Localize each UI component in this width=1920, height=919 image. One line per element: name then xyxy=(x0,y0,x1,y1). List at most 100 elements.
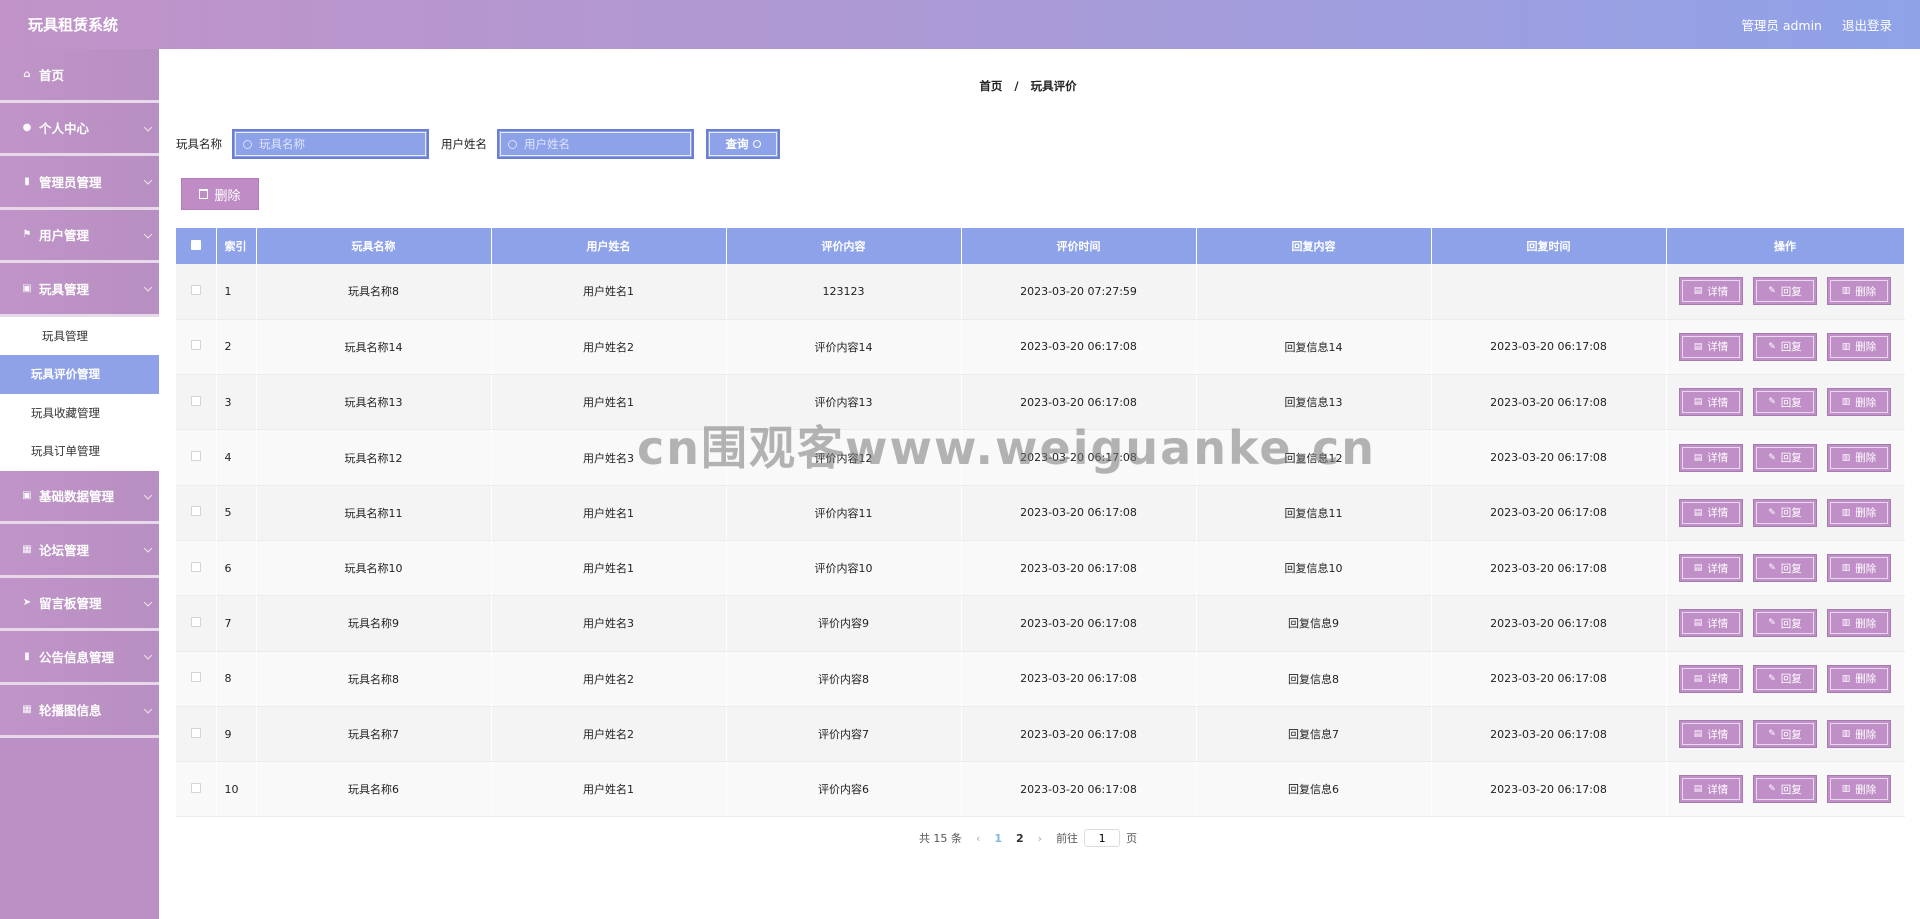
detail-button[interactable]: ▤ 详情 xyxy=(1679,332,1743,361)
delete-button[interactable]: ▥ 删除 xyxy=(1827,720,1891,749)
reply-button[interactable]: ✎ 回复 xyxy=(1753,554,1817,583)
admin-user-label[interactable]: 管理员 admin xyxy=(1741,15,1822,34)
submenu-item[interactable]: 玩具管理 xyxy=(0,317,159,356)
delete-button[interactable]: ▥ 删除 xyxy=(1827,775,1891,804)
sidebar-item[interactable]: ● 个人中心 xyxy=(0,102,159,156)
prev-page-icon[interactable]: ‹ xyxy=(976,832,980,845)
batch-delete-button[interactable]: 删除 xyxy=(181,178,259,210)
row-checkbox[interactable] xyxy=(190,616,201,627)
sidebar-item-label: 公告信息管理 xyxy=(39,649,115,665)
row-checkbox[interactable] xyxy=(190,727,201,738)
delete-button-label: 删除 xyxy=(1855,728,1877,741)
detail-button-label: 详情 xyxy=(1707,617,1729,630)
reply-button-label: 回复 xyxy=(1780,673,1802,686)
row-checkbox[interactable] xyxy=(190,451,201,462)
cell-reply-content: 回复信息6 xyxy=(1196,761,1432,818)
delete-button-label: 删除 xyxy=(1855,673,1877,686)
cell-index: 7 xyxy=(216,595,257,652)
cell-index: 9 xyxy=(216,706,257,763)
row-select-cell xyxy=(176,485,217,541)
reply-button[interactable]: ✎ 回复 xyxy=(1753,277,1817,306)
logout-link[interactable]: 退出登录 xyxy=(1842,15,1892,34)
delete-button[interactable]: ▥ 删除 xyxy=(1827,277,1891,306)
sidebar-item[interactable]: ▦ 论坛管理 xyxy=(0,524,159,578)
row-checkbox[interactable] xyxy=(190,284,201,295)
row-checkbox[interactable] xyxy=(190,782,201,793)
sidebar-item[interactable]: ▣ 玩具管理 xyxy=(0,263,159,317)
detail-button[interactable]: ▤ 详情 xyxy=(1679,720,1743,749)
detail-button-label: 详情 xyxy=(1707,341,1729,354)
cell-reply-time xyxy=(1431,264,1667,320)
detail-button-label: 详情 xyxy=(1707,396,1729,409)
cell-user-name: 用户姓名2 xyxy=(491,651,727,707)
user-name-input[interactable] xyxy=(524,137,674,151)
delete-button[interactable]: ▥ 删除 xyxy=(1827,498,1891,527)
chevron-down-icon xyxy=(143,283,153,292)
document-icon: ▤ xyxy=(1693,507,1703,518)
goto-suffix: 页 xyxy=(1126,832,1138,845)
sidebar-item[interactable]: ▮ 公告信息管理 xyxy=(0,631,159,685)
sidebar-item-label: 管理员管理 xyxy=(39,174,102,190)
sidebar-item[interactable]: ▣ 基础数据管理 xyxy=(0,470,159,524)
delete-button[interactable]: ▥ 删除 xyxy=(1827,443,1891,472)
reply-button[interactable]: ✎ 回复 xyxy=(1753,443,1817,472)
detail-button[interactable]: ▤ 详情 xyxy=(1679,554,1743,583)
cell-index: 10 xyxy=(216,761,257,818)
detail-button[interactable]: ▤ 详情 xyxy=(1679,277,1743,306)
goto-page-input[interactable] xyxy=(1084,829,1121,847)
row-checkbox[interactable] xyxy=(190,340,201,351)
delete-button[interactable]: ▥ 删除 xyxy=(1827,388,1891,417)
sidebar-item[interactable]: ⚑ 用户管理 xyxy=(0,209,159,263)
delete-button-label: 删除 xyxy=(1855,285,1877,298)
cell-review-time: 2023-03-20 06:17:08 xyxy=(961,651,1197,707)
row-checkbox[interactable] xyxy=(190,506,201,517)
detail-button-label: 详情 xyxy=(1707,507,1729,520)
row-checkbox[interactable] xyxy=(190,395,201,406)
detail-button[interactable]: ▤ 详情 xyxy=(1679,664,1743,693)
detail-button[interactable]: ▤ 详情 xyxy=(1679,443,1743,472)
toy-name-field[interactable] xyxy=(232,129,429,159)
detail-button[interactable]: ▤ 详情 xyxy=(1679,609,1743,638)
delete-button[interactable]: ▥ 删除 xyxy=(1827,609,1891,638)
reply-button[interactable]: ✎ 回复 xyxy=(1753,664,1817,693)
query-button[interactable]: 查询 xyxy=(706,129,780,159)
breadcrumb-home[interactable]: 首页 xyxy=(979,79,1002,93)
sidebar-item[interactable]: ▮ 管理员管理 xyxy=(0,156,159,210)
reply-button[interactable]: ✎ 回复 xyxy=(1753,498,1817,527)
detail-button[interactable]: ▤ 详情 xyxy=(1679,498,1743,527)
row-select-cell xyxy=(176,319,217,376)
detail-button[interactable]: ▤ 详情 xyxy=(1679,388,1743,417)
cell-reply-content: 回复信息14 xyxy=(1196,319,1432,376)
row-checkbox[interactable] xyxy=(190,561,201,572)
cell-user-name: 用户姓名2 xyxy=(491,706,727,763)
reply-button-label: 回复 xyxy=(1780,341,1802,354)
submenu-item[interactable]: 玩具评价管理 xyxy=(0,355,159,394)
sidebar-item[interactable]: ⌂ 首页 xyxy=(0,49,159,103)
chevron-down-icon xyxy=(143,229,153,239)
reply-button[interactable]: ✎ 回复 xyxy=(1753,775,1817,804)
page-1[interactable]: 1 xyxy=(994,832,1002,845)
delete-button[interactable]: ▥ 删除 xyxy=(1827,332,1891,361)
row-checkbox[interactable] xyxy=(190,672,201,683)
next-page-icon[interactable]: › xyxy=(1038,832,1042,845)
delete-button[interactable]: ▥ 删除 xyxy=(1827,554,1891,583)
select-all-checkbox[interactable] xyxy=(190,239,201,250)
reply-button[interactable]: ✎ 回复 xyxy=(1753,720,1817,749)
toy-name-input[interactable] xyxy=(259,137,409,151)
submenu-item[interactable]: 玩具订单管理 xyxy=(0,432,159,471)
delete-button[interactable]: ▥ 删除 xyxy=(1827,664,1891,693)
cell-reply-time: 2023-03-20 06:17:08 xyxy=(1431,374,1667,431)
sidebar-item-label: 论坛管理 xyxy=(39,542,90,558)
submenu-item[interactable]: 玩具收藏管理 xyxy=(0,394,159,433)
sidebar-item[interactable]: ▦ 轮播图信息 xyxy=(0,684,159,738)
reply-button[interactable]: ✎ 回复 xyxy=(1753,332,1817,361)
page-2[interactable]: 2 xyxy=(1016,832,1024,845)
user-name-field[interactable] xyxy=(497,129,694,159)
sidebar-item[interactable]: ➤ 留言板管理 xyxy=(0,577,159,631)
reply-button[interactable]: ✎ 回复 xyxy=(1753,609,1817,638)
header-review-time: 评价时间 xyxy=(961,228,1197,264)
row-select-cell xyxy=(176,651,217,707)
reply-button[interactable]: ✎ 回复 xyxy=(1753,388,1817,417)
edit-icon: ✎ xyxy=(1768,341,1776,352)
detail-button[interactable]: ▤ 详情 xyxy=(1679,775,1743,804)
